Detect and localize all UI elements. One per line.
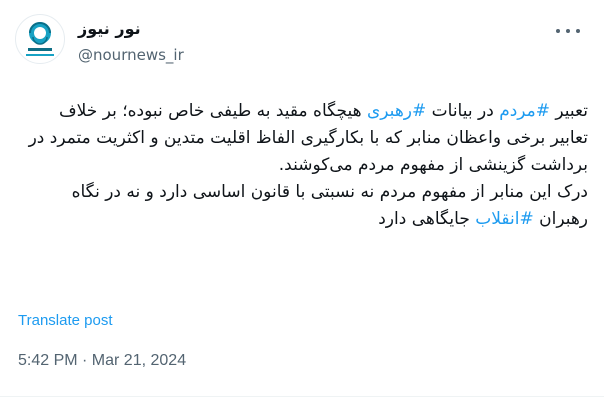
post-timestamp[interactable]: 5:42 PM · Mar 21, 2024 — [18, 352, 186, 370]
text-segment: تعبیر — [550, 101, 588, 121]
hashtag-people[interactable]: #مردم — [499, 101, 550, 121]
avatar[interactable] — [15, 14, 65, 64]
tweet-text: تعبیر #مردم در بیانات #رهبری هیچگاه مقید… — [18, 98, 588, 233]
divider — [0, 396, 604, 397]
text-segment: در بیانات — [426, 101, 500, 121]
tweet-header: نور نیوز @nournews_ir — [0, 0, 604, 90]
user-info: نور نیوز @nournews_ir — [78, 18, 184, 66]
translate-post-link[interactable]: Translate post — [18, 312, 113, 329]
hashtag-revolution[interactable]: #انقلاب — [475, 209, 533, 229]
dot — [566, 29, 570, 33]
tweet-paragraph-1: تعبیر #مردم در بیانات #رهبری هیچگاه مقید… — [18, 98, 588, 179]
more-options-icon[interactable] — [556, 24, 580, 38]
tweet-paragraph-2: درک این منابر از مفهوم مردم نه نسبتی با … — [18, 179, 588, 233]
nournews-logo-icon — [26, 22, 54, 56]
text-segment: جایگاهی دارد — [378, 209, 476, 229]
dot — [576, 29, 580, 33]
hashtag-leadership[interactable]: #رهبری — [367, 101, 426, 121]
display-name[interactable]: نور نیوز — [78, 18, 184, 40]
user-handle[interactable]: @nournews_ir — [78, 44, 184, 66]
dot — [556, 29, 560, 33]
